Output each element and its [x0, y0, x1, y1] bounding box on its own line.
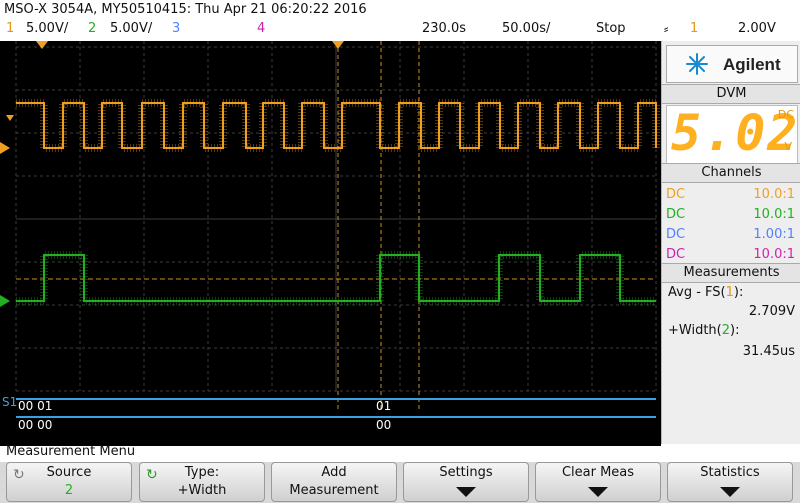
channel-coupling: DC — [666, 207, 686, 222]
dvm-mode: DC — [777, 108, 794, 121]
trigger-level[interactable]: 2.00V — [738, 21, 776, 36]
submenu-arrow-icon — [588, 487, 608, 497]
trigger-position-marker — [332, 41, 344, 49]
waveform-display[interactable]: S1 00 01 01 00 00 00 — [0, 41, 661, 446]
bus-row-2-left: 00 00 — [18, 418, 53, 432]
status-bar: 1 5.00V/ 2 5.00V/ 3 4 230.0s 50.00s/ Sto… — [0, 21, 800, 41]
bus-row-1-right: 01 — [376, 399, 392, 413]
bus-row-1-left: 00 01 — [18, 399, 53, 413]
timebase-readout[interactable]: 50.00s/ — [502, 21, 550, 36]
trigger-source: 1 — [690, 21, 699, 36]
channels-header: Channels — [662, 163, 800, 183]
dvm-readout: 5.02 DC V — [666, 104, 798, 165]
measurement-1-value: 2.709V — [748, 304, 795, 319]
dvm-unit: V — [784, 140, 792, 153]
time-reference-marker — [36, 41, 48, 49]
bus-row-2-right: 00 — [376, 418, 392, 432]
submenu-arrow-icon — [456, 487, 476, 497]
measurements-header: Measurements — [662, 263, 800, 283]
channel-row-4[interactable]: DC 10.0:1 — [662, 245, 800, 265]
channel-coupling: DC — [666, 187, 686, 202]
run-state[interactable]: Stop — [596, 21, 626, 36]
ch1-scale[interactable]: 5.00V/ — [26, 21, 68, 36]
side-panel: Agilent DVM 5.02 DC V Channels DC 10.0:1 D… — [661, 41, 800, 444]
statistics-softkey[interactable]: Statistics — [667, 462, 793, 502]
ch1-ground-marker — [0, 142, 10, 154]
channel-row-3[interactable]: DC 1.00:1 — [662, 225, 800, 245]
measurement-2-name: +Width(2): — [668, 323, 740, 338]
channel-probe-ratio: 10.0:1 — [753, 187, 795, 202]
channel-probe-ratio: 1.00:1 — [753, 227, 795, 242]
brand-name: Agilent — [723, 55, 781, 74]
clear-meas-softkey[interactable]: Clear Meas — [535, 462, 661, 502]
ch2-ground-marker — [0, 295, 10, 307]
source-softkey[interactable]: ↻ Source 2 — [6, 462, 132, 502]
trigger-edge-icon: ⸗ — [664, 22, 669, 37]
delay-readout[interactable]: 230.0s — [422, 21, 466, 36]
channel-coupling: DC — [666, 247, 686, 262]
trigger-level-marker — [6, 115, 14, 121]
channel-row-1[interactable]: DC 10.0:1 — [662, 185, 800, 205]
menu-title: Measurement Menu — [6, 444, 136, 459]
measurement-2-value: 31.45us — [742, 344, 795, 359]
agilent-spark-icon — [686, 53, 708, 75]
brand-logo: Agilent — [666, 45, 798, 83]
measurement-1-name: Avg - FS(1): — [668, 285, 744, 300]
ch2-number: 2 — [88, 21, 97, 36]
bus-label: S1 — [2, 395, 18, 409]
ch1-number: 1 — [6, 21, 15, 36]
window-title: MSO-X 3054A, MY50510415: Thu Apr 21 06:2… — [4, 2, 367, 17]
type-softkey[interactable]: ↻ Type: +Width — [139, 462, 265, 502]
settings-softkey[interactable]: Settings — [403, 462, 529, 502]
ch2-scale[interactable]: 5.00V/ — [110, 21, 152, 36]
add-measurement-softkey[interactable]: Add Measurement — [271, 462, 397, 502]
ch3-number[interactable]: 3 — [172, 21, 180, 36]
dvm-header: DVM — [662, 84, 800, 104]
channel-row-2[interactable]: DC 10.0:1 — [662, 205, 800, 225]
channel-probe-ratio: 10.0:1 — [753, 247, 795, 262]
softkey-bar: ↻ Source 2 ↻ Type: +Width Add Measuremen… — [0, 462, 800, 503]
submenu-arrow-icon — [720, 487, 740, 497]
ch4-number[interactable]: 4 — [257, 21, 265, 36]
channel-coupling: DC — [666, 227, 686, 242]
graticule — [0, 41, 660, 418]
channel-probe-ratio: 10.0:1 — [753, 207, 795, 222]
